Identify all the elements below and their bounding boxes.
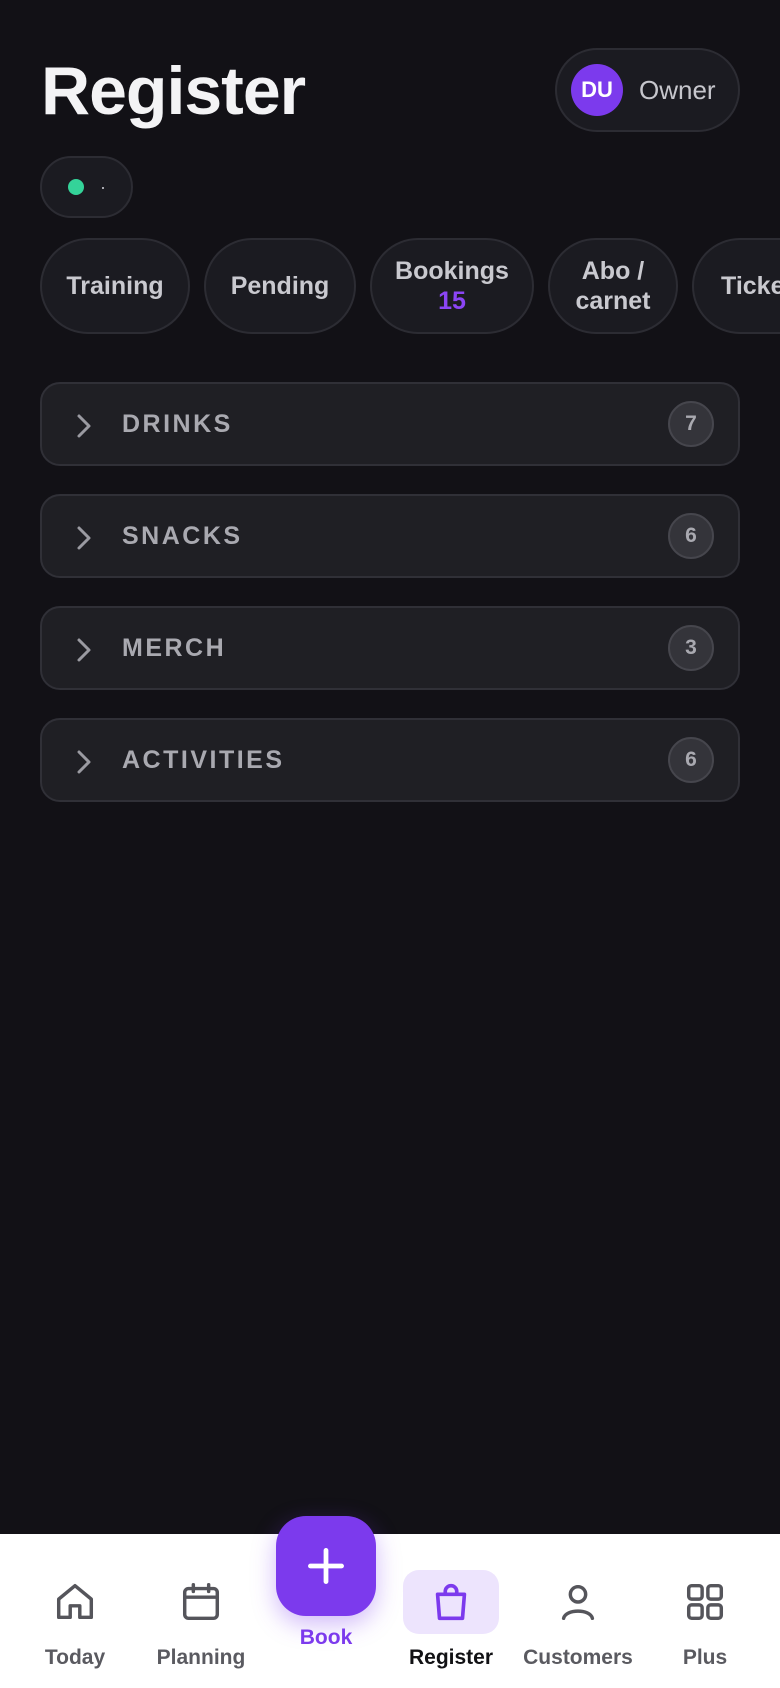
chevron-right-icon: [77, 750, 91, 774]
tab-label: Pending: [230, 272, 330, 300]
tab-tickets[interactable]: Ticke: [692, 238, 780, 334]
nav-icon-container: [403, 1570, 499, 1634]
nav-label: Planning: [156, 1646, 246, 1669]
tab-bookings[interactable]: Bookings 15: [370, 238, 534, 334]
nav-icon-container: [153, 1570, 249, 1634]
chevron-right-icon: [77, 526, 91, 550]
category-count-badge: 7: [668, 401, 714, 447]
nav-item-planning[interactable]: Planning: [136, 1534, 266, 1688]
nav-item-customers[interactable]: Customers: [513, 1534, 643, 1688]
category-label: DRINKS: [122, 409, 233, 438]
tab-training[interactable]: Training: [40, 238, 190, 334]
plus-icon: [308, 1548, 344, 1584]
status-indicator[interactable]: ·: [40, 156, 133, 218]
status-dot-icon: [68, 179, 84, 195]
status-text: ·: [100, 177, 106, 197]
calendar-icon: [182, 1583, 220, 1621]
book-button[interactable]: [276, 1516, 376, 1616]
nav-item-today[interactable]: Today: [10, 1534, 140, 1688]
nav-icon-container: [657, 1570, 753, 1634]
register-screen: Register DU Owner · Training Pending Boo…: [0, 0, 780, 1688]
category-label: MERCH: [122, 633, 227, 662]
nav-label: Plus: [682, 1646, 728, 1669]
category-count-badge: 6: [668, 737, 714, 783]
register-tabs: Training Pending Bookings 15 Abo / carne…: [40, 238, 780, 334]
category-count-badge: 6: [668, 513, 714, 559]
tab-label: Bookings: [395, 257, 509, 285]
category-drinks[interactable]: DRINKS 7: [40, 382, 740, 466]
nav-icon-container: [530, 1570, 626, 1634]
nav-item-plus[interactable]: Plus: [640, 1534, 770, 1688]
tab-label: Training: [66, 272, 164, 300]
tab-abo-carnet[interactable]: Abo / carnet: [548, 238, 678, 334]
category-label: ACTIVITIES: [122, 745, 285, 774]
bottom-nav: Today Planning Register Customers Plus: [0, 1534, 780, 1688]
nav-label: Register: [408, 1646, 494, 1669]
nav-item-register[interactable]: Register: [386, 1534, 516, 1688]
user-menu-button[interactable]: DU Owner: [555, 48, 740, 132]
chevron-right-icon: [77, 638, 91, 662]
category-snacks[interactable]: SNACKS 6: [40, 494, 740, 578]
category-activities[interactable]: ACTIVITIES 6: [40, 718, 740, 802]
tab-pending[interactable]: Pending: [204, 238, 356, 334]
grid-icon: [686, 1583, 724, 1621]
user-icon: [561, 1584, 595, 1621]
shopping-bag-icon: [435, 1583, 467, 1621]
page-title: Register: [41, 53, 306, 129]
category-merch[interactable]: MERCH 3: [40, 606, 740, 690]
chevron-right-icon: [77, 414, 91, 438]
tab-label: Abo / carnet: [575, 257, 651, 315]
avatar: DU: [571, 64, 623, 116]
nav-label: Today: [44, 1646, 106, 1669]
category-count-badge: 3: [668, 625, 714, 671]
user-role-label: Owner: [639, 74, 716, 105]
tab-count-badge: 15: [438, 287, 466, 315]
book-button-label: Book: [299, 1626, 353, 1649]
nav-label: Customers: [523, 1646, 633, 1669]
home-icon: [56, 1583, 94, 1620]
nav-icon-container: [27, 1570, 123, 1634]
category-label: SNACKS: [122, 521, 243, 550]
tab-label: Ticke: [721, 272, 780, 300]
